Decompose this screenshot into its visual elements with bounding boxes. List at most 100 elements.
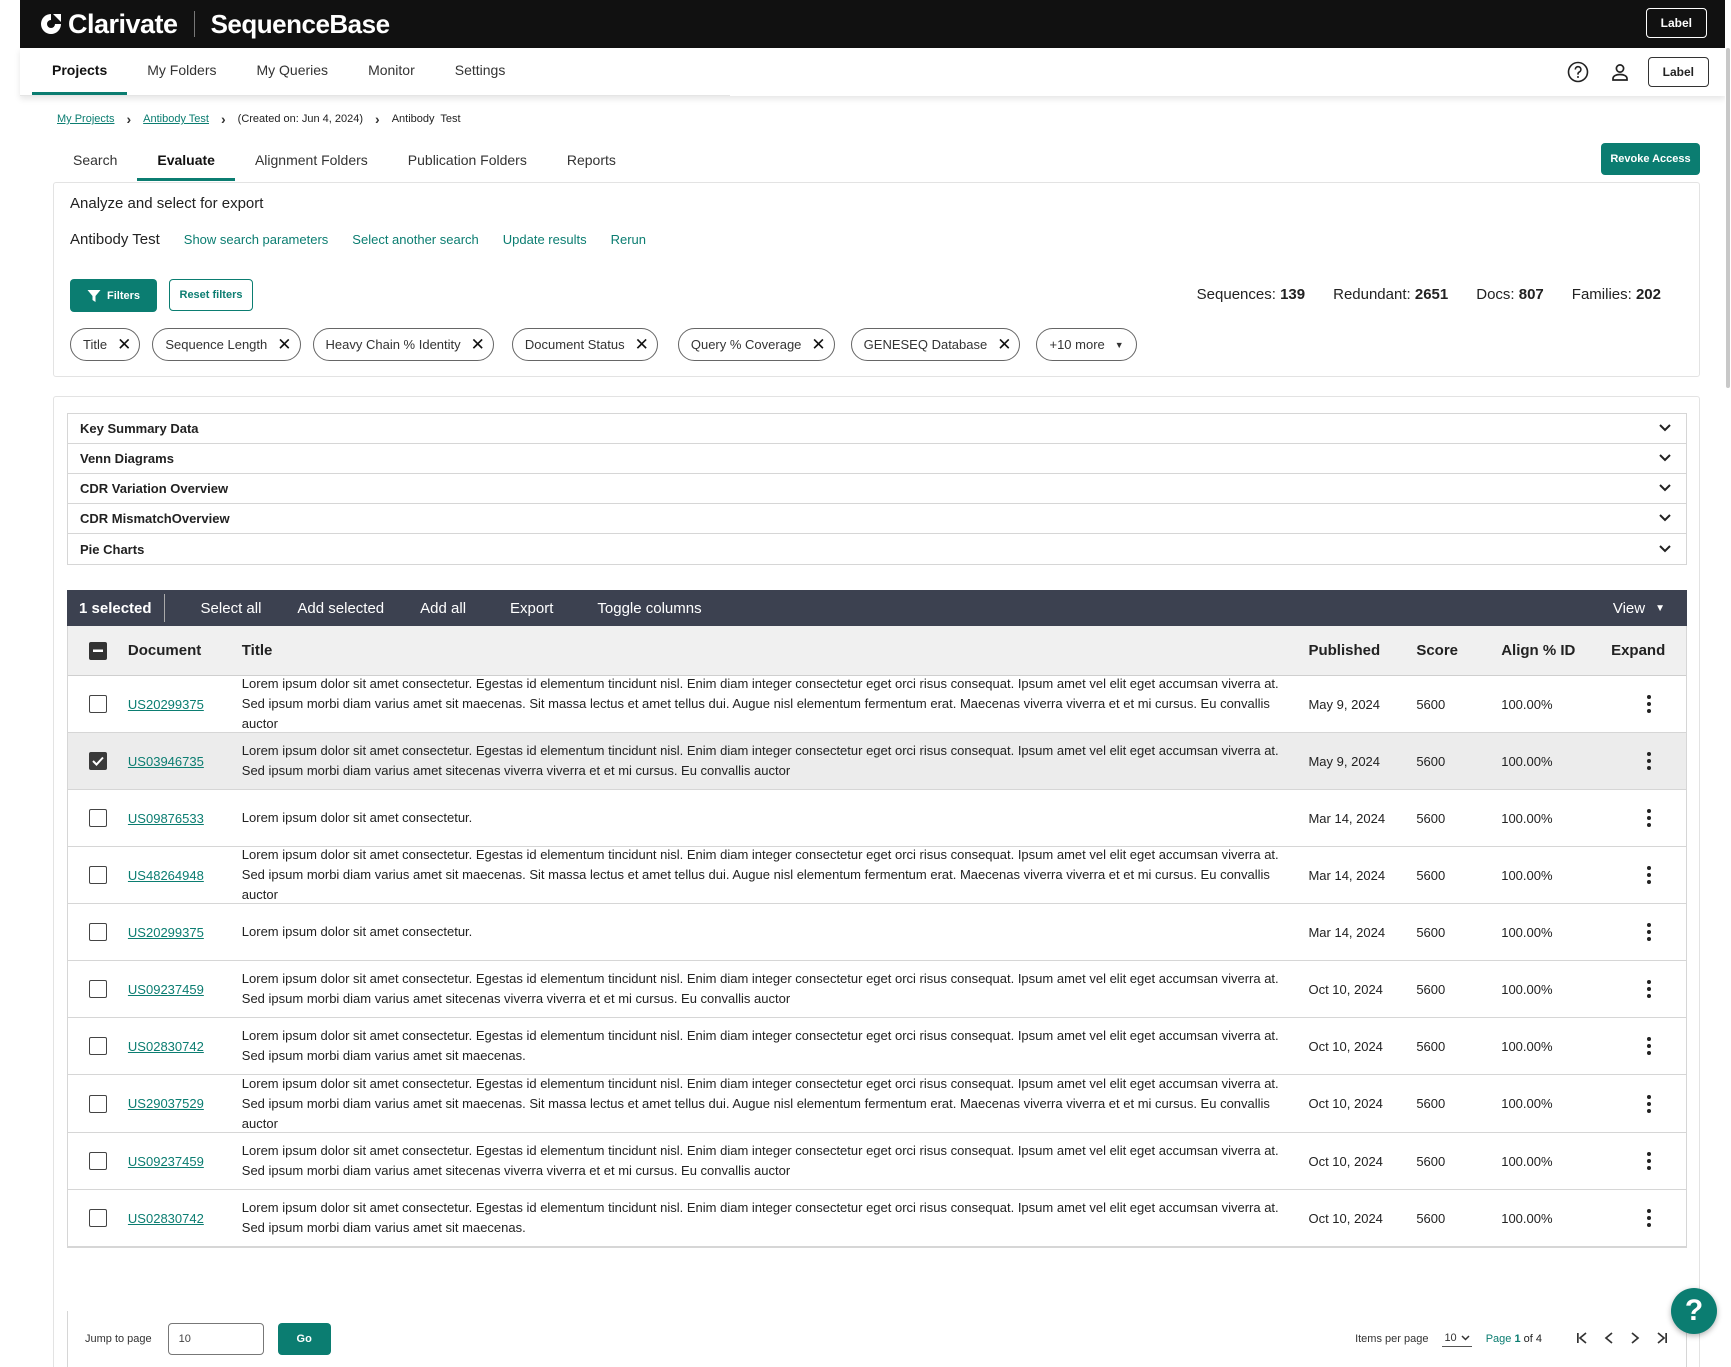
filter-chip-title[interactable]: Title ✕ bbox=[70, 328, 141, 361]
nav-label-button[interactable]: Label bbox=[1647, 57, 1709, 87]
nav-tab-monitor[interactable]: Monitor bbox=[348, 48, 435, 95]
tab-reports[interactable]: Reports bbox=[547, 141, 636, 181]
column-header-document[interactable]: Document bbox=[128, 642, 242, 659]
table-row[interactable]: US09237459 Lorem ipsum dolor sit amet con… bbox=[68, 961, 1686, 1018]
table-row[interactable]: US09237459 Lorem ipsum dolor sit amet con… bbox=[68, 1133, 1686, 1190]
table-row[interactable]: US20299375 Lorem ipsum dolor sit amet con… bbox=[68, 676, 1686, 733]
document-link[interactable]: US20299375 bbox=[128, 925, 204, 940]
column-header-align-id[interactable]: Align % ID bbox=[1501, 642, 1611, 659]
select-all-button[interactable]: Select all bbox=[165, 600, 280, 617]
row-checkbox[interactable] bbox=[88, 1037, 107, 1055]
document-link[interactable]: US29037529 bbox=[128, 1096, 204, 1111]
row-checkbox[interactable] bbox=[88, 1209, 107, 1227]
user-icon[interactable] bbox=[1606, 58, 1634, 86]
update-results-link[interactable]: Update results bbox=[503, 232, 587, 247]
row-checkbox[interactable] bbox=[88, 809, 107, 827]
more-options-icon[interactable] bbox=[1646, 752, 1651, 770]
document-link[interactable]: US03946735 bbox=[128, 754, 204, 769]
more-options-icon[interactable] bbox=[1646, 866, 1651, 884]
row-checkbox[interactable] bbox=[88, 752, 107, 770]
filter-chip-document-status[interactable]: Document Status ✕ bbox=[511, 328, 658, 361]
table-row[interactable]: US02830742 Lorem ipsum dolor sit amet con… bbox=[68, 1018, 1686, 1075]
previous-page-icon[interactable] bbox=[1604, 1331, 1614, 1347]
column-header-score[interactable]: Score bbox=[1416, 642, 1501, 659]
row-checkbox[interactable] bbox=[88, 866, 107, 884]
nav-tab-projects[interactable]: Projects bbox=[32, 48, 128, 95]
brand-logo[interactable]: Clarivate SequenceBase bbox=[20, 9, 390, 40]
document-link[interactable]: US48264948 bbox=[128, 868, 204, 883]
more-options-icon[interactable] bbox=[1646, 809, 1651, 827]
close-icon[interactable]: ✕ bbox=[997, 336, 1011, 353]
tab-evaluate[interactable]: Evaluate bbox=[137, 141, 235, 181]
tab-search[interactable]: Search bbox=[53, 141, 137, 181]
show-search-parameters-link[interactable]: Show search parameters bbox=[184, 232, 329, 247]
row-checkbox[interactable] bbox=[88, 1094, 107, 1113]
document-link[interactable]: US09237459 bbox=[128, 982, 204, 997]
document-link[interactable]: US09237459 bbox=[128, 1154, 204, 1169]
header-label-button[interactable]: Label bbox=[1645, 8, 1707, 38]
reset-filters-button[interactable]: Reset filters bbox=[169, 279, 253, 311]
close-icon[interactable]: ✕ bbox=[471, 336, 485, 353]
more-filters-chip[interactable]: +10 more ▼ bbox=[1036, 328, 1137, 361]
help-icon[interactable] bbox=[1564, 58, 1592, 86]
nav-tab-settings[interactable]: Settings bbox=[435, 48, 526, 95]
add-selected-button[interactable]: Add selected bbox=[279, 600, 402, 617]
accordion-cdr-variation-overview[interactable]: CDR Variation Overview bbox=[68, 474, 1686, 504]
document-link[interactable]: US09876533 bbox=[128, 811, 204, 826]
row-checkbox[interactable] bbox=[88, 980, 107, 998]
help-chat-button[interactable]: ? bbox=[1671, 1288, 1717, 1334]
column-header-title[interactable]: Title bbox=[242, 641, 1309, 661]
select-another-search-link[interactable]: Select another search bbox=[352, 232, 478, 247]
close-icon[interactable]: ✕ bbox=[117, 336, 131, 353]
filter-chip-query-coverage[interactable]: Query % Coverage ✕ bbox=[677, 328, 835, 361]
scrollbar-thumb[interactable] bbox=[1726, 48, 1730, 388]
export-button[interactable]: Export bbox=[484, 600, 579, 617]
next-page-icon[interactable] bbox=[1630, 1331, 1640, 1347]
more-options-icon[interactable] bbox=[1646, 980, 1651, 998]
breadcrumb-my-projects[interactable]: My Projects bbox=[57, 113, 114, 125]
accordion-venn-diagrams[interactable]: Venn Diagrams bbox=[68, 444, 1686, 474]
more-options-icon[interactable] bbox=[1646, 1037, 1651, 1055]
accordion-key-summary-data[interactable]: Key Summary Data bbox=[68, 414, 1686, 444]
more-options-icon[interactable] bbox=[1646, 695, 1651, 713]
document-link[interactable]: US20299375 bbox=[128, 697, 204, 712]
column-header-published[interactable]: Published bbox=[1308, 642, 1416, 659]
accordion-cdr-mismatch-overview[interactable]: CDR MismatchOverview bbox=[68, 504, 1686, 534]
tab-publication-folders[interactable]: Publication Folders bbox=[388, 141, 547, 181]
view-dropdown[interactable]: View ▼ bbox=[1613, 600, 1687, 617]
revoke-access-button[interactable]: Revoke Access bbox=[1601, 143, 1700, 175]
document-link[interactable]: US02830742 bbox=[128, 1211, 204, 1226]
more-options-icon[interactable] bbox=[1646, 1094, 1651, 1113]
table-row[interactable]: US09876533 Lorem ipsum dolor sit amet con… bbox=[68, 790, 1686, 847]
nav-tab-my-folders[interactable]: My Folders bbox=[127, 48, 236, 95]
last-page-icon[interactable] bbox=[1656, 1331, 1668, 1347]
table-row[interactable]: US29037529 Lorem ipsum dolor sit amet con… bbox=[68, 1075, 1686, 1133]
tab-alignment-folders[interactable]: Alignment Folders bbox=[235, 141, 388, 181]
items-per-page-select[interactable]: 10 bbox=[1442, 1332, 1472, 1347]
table-row[interactable]: US02830742 Lorem ipsum dolor sit amet con… bbox=[68, 1190, 1686, 1247]
add-all-button[interactable]: Add all bbox=[402, 600, 484, 617]
filter-chip-heavy-chain-identity[interactable]: Heavy Chain % Identity ✕ bbox=[312, 328, 494, 361]
toggle-columns-button[interactable]: Toggle columns bbox=[579, 600, 719, 617]
first-page-icon[interactable] bbox=[1576, 1331, 1588, 1347]
table-row[interactable]: US48264948 Lorem ipsum dolor sit amet con… bbox=[68, 847, 1686, 904]
jump-to-page-input[interactable] bbox=[167, 1323, 264, 1355]
document-link[interactable]: US02830742 bbox=[128, 1039, 204, 1054]
rerun-link[interactable]: Rerun bbox=[611, 232, 646, 247]
row-checkbox[interactable] bbox=[88, 1152, 107, 1170]
table-row[interactable]: US20299375 Lorem ipsum dolor sit amet con… bbox=[68, 904, 1686, 961]
filters-button[interactable]: Filters bbox=[70, 279, 157, 312]
breadcrumb-project[interactable]: Antibody Test bbox=[143, 113, 209, 125]
close-icon[interactable]: ✕ bbox=[635, 336, 649, 353]
accordion-pie-charts[interactable]: Pie Charts bbox=[68, 534, 1686, 564]
select-all-checkbox[interactable] bbox=[88, 641, 107, 660]
close-icon[interactable]: ✕ bbox=[277, 336, 291, 353]
table-row[interactable]: US03946735 Lorem ipsum dolor sit amet con… bbox=[68, 733, 1686, 790]
row-checkbox[interactable] bbox=[88, 923, 107, 941]
filter-chip-geneseq-database[interactable]: GENESEQ Database ✕ bbox=[850, 328, 1021, 361]
filter-chip-sequence-length[interactable]: Sequence Length ✕ bbox=[152, 328, 301, 361]
close-icon[interactable]: ✕ bbox=[811, 336, 825, 353]
more-options-icon[interactable] bbox=[1646, 1152, 1651, 1170]
go-button[interactable]: Go bbox=[277, 1323, 331, 1355]
more-options-icon[interactable] bbox=[1646, 923, 1651, 941]
